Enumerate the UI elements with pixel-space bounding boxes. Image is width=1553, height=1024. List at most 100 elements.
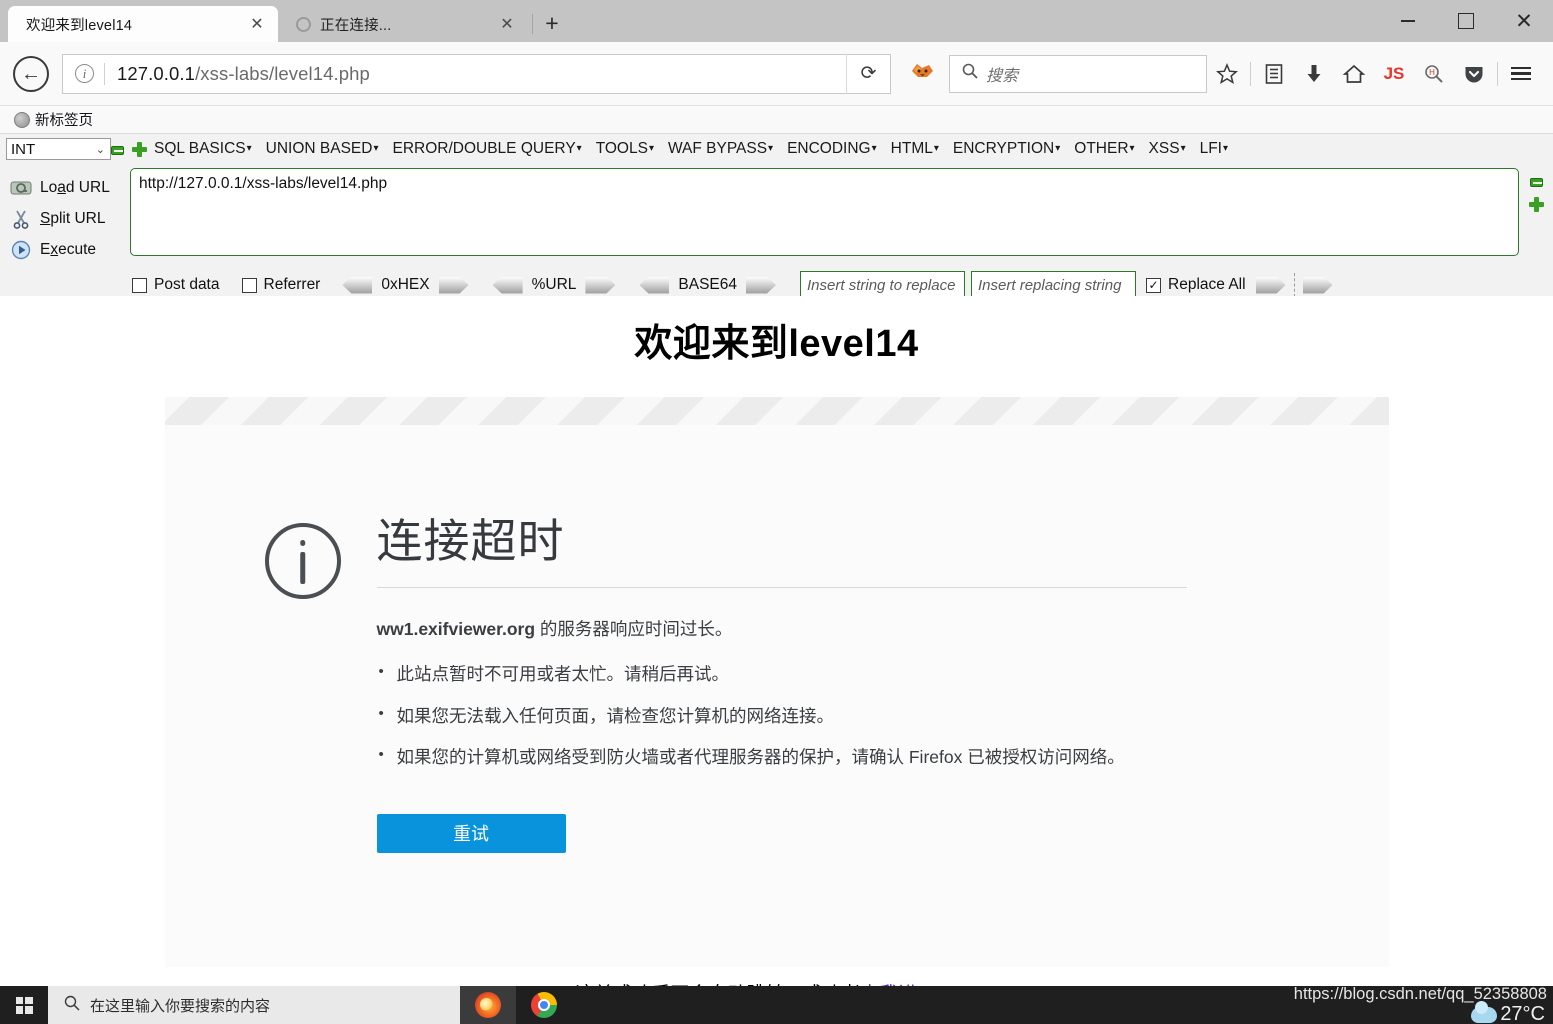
weather-widget[interactable]: 27°C [1471, 1000, 1545, 1024]
new-tab-button[interactable]: + [535, 6, 569, 40]
bookmark-new-tab[interactable]: 新标签页 [8, 109, 99, 130]
menu-label: OTHER [1074, 140, 1129, 157]
post-data-checkbox[interactable] [132, 277, 147, 293]
replace-all-checkbox[interactable]: ✓ [1146, 277, 1162, 293]
hackbar-menu-tools[interactable]: TOOLS▾ [589, 140, 661, 158]
url-decode-button[interactable] [492, 276, 523, 294]
page-title: 欢迎来到level14 [634, 323, 919, 365]
close-window-button[interactable]: ✕ [1495, 0, 1553, 42]
menu-label: SQL BASICS [154, 140, 246, 157]
menu-label: WAF BYPASS [667, 140, 768, 157]
tab-title: 正在连接... [320, 17, 392, 34]
retry-button[interactable]: 重试 [376, 813, 566, 853]
hackbar-menu-sql-basics[interactable]: SQL BASICS▾ [147, 140, 259, 158]
split-url-button[interactable]: Split URL [0, 203, 130, 234]
start-button[interactable] [0, 986, 48, 1024]
load-url-button[interactable]: Load URL [0, 172, 130, 203]
url-encoder-group: %URL [492, 276, 616, 294]
referrer-checkbox[interactable] [241, 277, 257, 293]
hex-decode-button[interactable] [342, 276, 373, 294]
base64-decode-button[interactable] [639, 276, 670, 294]
bookmark-star-icon[interactable] [1207, 54, 1247, 94]
page-info-icon[interactable]: i [75, 64, 94, 83]
close-icon[interactable]: ✕ [496, 13, 518, 35]
hackbar-menu-waf-bypass[interactable]: WAF BYPASS▾ [661, 140, 780, 158]
replace-from-input[interactable] [800, 271, 966, 299]
downloads-icon[interactable] [1294, 54, 1334, 94]
referrer-label: Referrer [263, 276, 321, 293]
page-content: 欢迎来到level14 连接超时 ww1.exifviewer.org 的服务器… [0, 296, 1553, 986]
taskbar-search[interactable]: 在这里输入你要搜索的内容 [48, 986, 460, 1024]
grow-textarea-button[interactable] [1528, 197, 1544, 212]
split-url-scissors-icon [8, 208, 34, 230]
hackbar-menu-error-double-query[interactable]: ERROR/DOUBLE QUERY▾ [385, 140, 588, 158]
chrome-taskbar-icon[interactable] [516, 986, 572, 1024]
minimize-button[interactable] [1379, 0, 1437, 42]
hackbar-menu-html[interactable]: HTML▾ [884, 140, 946, 158]
hex-encode-button[interactable] [438, 276, 469, 294]
hackbar-icon[interactable]: H [1414, 54, 1454, 94]
chevron-down-icon: ▾ [576, 143, 582, 154]
referrer-option[interactable]: Referrer [241, 276, 321, 294]
replace-all-option[interactable]: ✓ Replace All [1146, 276, 1246, 294]
options-divider [1293, 273, 1295, 297]
execute-label: Execute [40, 240, 97, 258]
menu-label: TOOLS [595, 140, 648, 157]
library-icon[interactable] [1254, 54, 1294, 94]
error-title: 连接超时 [376, 515, 565, 567]
weather-temperature: 27°C [1500, 1003, 1545, 1024]
hackbar-mode-select[interactable]: INT ⌄ [6, 138, 111, 160]
bookmarks-toolbar: 新标签页 [0, 106, 1553, 134]
replace-apply-button[interactable] [1255, 276, 1286, 294]
home-icon[interactable] [1334, 54, 1374, 94]
taskbar-search-input[interactable]: 在这里输入你要搜索的内容 [90, 995, 270, 1016]
url-label: %URL [531, 276, 577, 293]
url-host: 127.0.0.1 [117, 62, 196, 84]
replace-extra-button[interactable] [1302, 276, 1333, 294]
hackbar-panel: INT ⌄ SQL BASICS▾ UNION BASED▾ ERROR/DOU… [0, 134, 1553, 307]
tab-level14[interactable]: 欢迎来到level14 ✕ [8, 6, 278, 42]
info-circle-icon [264, 523, 341, 599]
hex-label: 0xHEX [381, 276, 430, 293]
firefox-taskbar-icon[interactable] [460, 986, 516, 1024]
add-tab-button[interactable] [132, 141, 147, 157]
hackbar-menu-encryption[interactable]: ENCRYPTION▾ [946, 140, 1067, 158]
search-engine-fox-icon [909, 60, 935, 87]
maximize-button[interactable] [1437, 0, 1495, 42]
menu-label: ENCODING [787, 140, 871, 157]
url-bar[interactable]: i 127.0.0.1/xss-labs/level14.php ⟳ [62, 53, 891, 94]
tab-connecting[interactable]: 正在连接... ✕ [278, 6, 528, 42]
menu-icon[interactable] [1501, 54, 1541, 94]
bookmark-label: 新标签页 [35, 113, 93, 129]
search-input[interactable]: 搜索 [986, 62, 1018, 86]
hackbar-menu-xss[interactable]: XSS▾ [1142, 140, 1193, 158]
hackbar-menu-encoding[interactable]: ENCODING▾ [780, 140, 884, 158]
close-icon[interactable]: ✕ [246, 13, 268, 35]
url-encode-button[interactable] [585, 276, 616, 294]
reload-icon[interactable]: ⟳ [846, 53, 890, 94]
striped-banner [164, 397, 1389, 425]
search-icon [64, 995, 80, 1016]
url-path: /xss-labs/level14.php [195, 62, 370, 84]
post-data-option[interactable]: Post data [132, 276, 220, 294]
hackbar-menu-lfi[interactable]: LFI▾ [1193, 140, 1235, 158]
url-input[interactable]: 127.0.0.1/xss-labs/level14.php [117, 63, 846, 85]
request-url-textarea[interactable] [130, 168, 1519, 256]
base64-encode-button[interactable] [746, 276, 777, 294]
hackbar-menu-other[interactable]: OTHER▾ [1067, 140, 1141, 158]
replace-to-input[interactable] [971, 271, 1137, 299]
toolbar-divider [1497, 61, 1498, 86]
window-controls: ✕ [1379, 0, 1553, 42]
execute-button[interactable]: Execute [0, 234, 130, 265]
back-button[interactable]: ← [12, 55, 50, 93]
remove-tab-button[interactable] [111, 145, 124, 155]
globe-icon [14, 111, 30, 128]
tab-title: 欢迎来到level14 [26, 17, 133, 34]
search-bar[interactable]: 搜索 [949, 54, 1207, 93]
javascript-toggle-icon[interactable]: JS [1374, 54, 1414, 94]
hackbar-menu-union-based[interactable]: UNION BASED▾ [259, 140, 386, 158]
pocket-icon[interactable] [1454, 54, 1494, 94]
hackbar-request-area [130, 168, 1519, 265]
shrink-textarea-button[interactable] [1529, 178, 1543, 187]
load-url-label: Load URL [40, 178, 110, 196]
